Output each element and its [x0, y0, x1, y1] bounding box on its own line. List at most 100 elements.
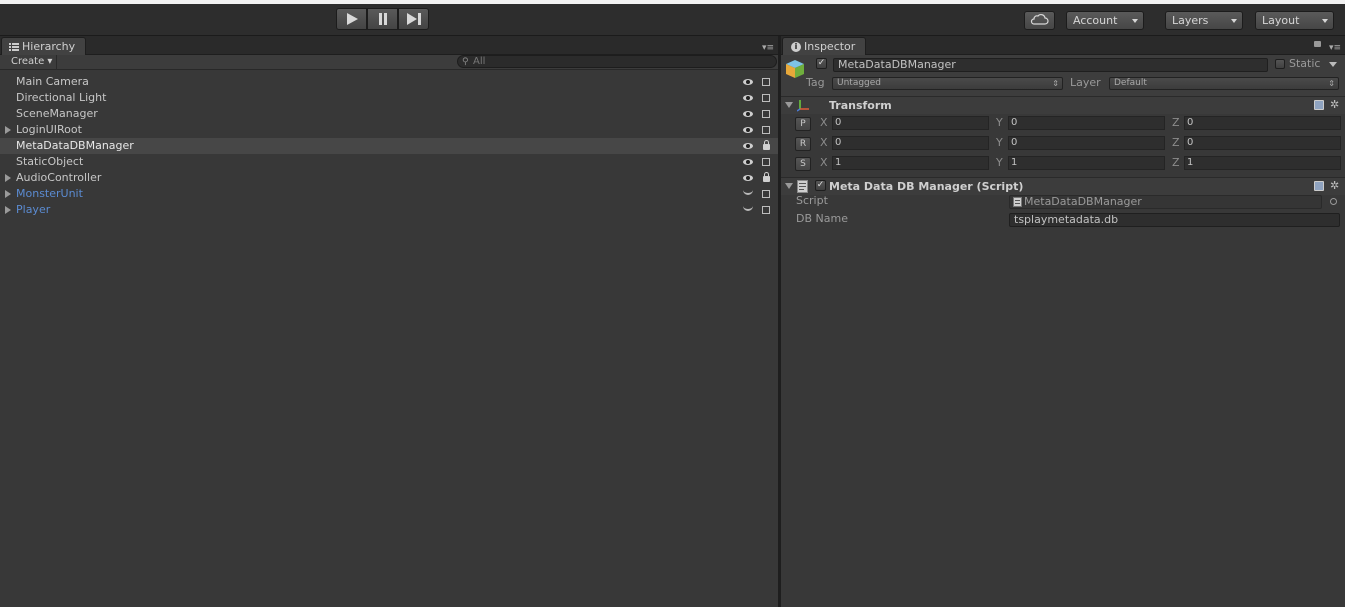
- static-checkbox[interactable]: [1275, 59, 1285, 69]
- pick-toggle-icon[interactable]: [762, 190, 770, 198]
- visibility-eye-icon[interactable]: [743, 143, 753, 149]
- static-dropdown-icon[interactable]: [1329, 62, 1337, 67]
- tab-inspector[interactable]: i Inspector: [782, 37, 867, 55]
- hierarchy-item[interactable]: LoginUIRoot: [0, 122, 778, 138]
- z-value-field[interactable]: 1: [1184, 156, 1341, 170]
- play-button[interactable]: [336, 8, 367, 30]
- hierarchy-item[interactable]: Directional Light: [0, 90, 778, 106]
- tag-dropdown[interactable]: Untagged ⇕: [832, 77, 1063, 90]
- tab-hierarchy[interactable]: Hierarchy: [1, 37, 87, 55]
- updown-icon: ⇕: [1328, 79, 1335, 88]
- x-value-field[interactable]: 0: [832, 136, 989, 150]
- pause-button[interactable]: [367, 8, 398, 30]
- pause-icon: [378, 13, 387, 25]
- hierarchy-item-label: MetaDataDBManager: [16, 139, 134, 152]
- gear-icon[interactable]: ✲: [1330, 180, 1341, 192]
- create-dropdown[interactable]: Create ▾: [3, 55, 58, 70]
- cloud-button[interactable]: [1024, 11, 1055, 30]
- expand-arrow-icon[interactable]: [5, 190, 11, 198]
- hierarchy-item-label: StaticObject: [16, 155, 84, 168]
- y-value-field[interactable]: 0: [1008, 116, 1165, 130]
- visibility-eye-icon[interactable]: [743, 111, 753, 117]
- hierarchy-item[interactable]: StaticObject: [0, 154, 778, 170]
- chevron-down-icon: [1132, 19, 1138, 23]
- visibility-eye-icon[interactable]: [743, 175, 753, 181]
- hierarchy-search-input[interactable]: ⚲ All: [457, 55, 777, 68]
- layer-dropdown[interactable]: Default ⇕: [1109, 77, 1339, 90]
- hierarchy-item[interactable]: SceneManager: [0, 106, 778, 122]
- visibility-eye-icon[interactable]: [743, 95, 753, 101]
- pick-toggle-icon[interactable]: [762, 206, 770, 214]
- panel-menu-icon[interactable]: ▾≡: [1329, 43, 1341, 53]
- panel-menu-icon[interactable]: ▾≡: [762, 43, 774, 53]
- x-value-field[interactable]: 0: [832, 116, 989, 130]
- chevron-down-icon: [1322, 19, 1328, 23]
- layers-label: Layers: [1172, 14, 1209, 27]
- axis-x-label: X: [820, 136, 828, 149]
- pick-toggle-icon[interactable]: [762, 78, 770, 86]
- expand-arrow-icon[interactable]: [5, 206, 11, 214]
- y-value-field[interactable]: 0: [1008, 136, 1165, 150]
- lock-icon[interactable]: [1314, 41, 1321, 47]
- visibility-eye-icon[interactable]: [743, 159, 753, 165]
- axis-z-label: Z: [1172, 156, 1180, 169]
- z-value-field[interactable]: 0: [1184, 116, 1341, 130]
- hierarchy-item[interactable]: Main Camera: [0, 74, 778, 90]
- object-picker-icon[interactable]: [1330, 198, 1337, 205]
- object-name-field[interactable]: MetaDataDBManager: [833, 58, 1268, 72]
- hierarchy-item[interactable]: MonsterUnit: [0, 186, 778, 202]
- z-value-field[interactable]: 0: [1184, 136, 1341, 150]
- account-label: Account: [1073, 14, 1118, 27]
- pick-toggle-icon[interactable]: [762, 94, 770, 102]
- hierarchy-item-label: SceneManager: [16, 107, 98, 120]
- updown-icon: ⇕: [1052, 79, 1059, 88]
- cloud-icon: [1030, 14, 1049, 25]
- pick-toggle-icon[interactable]: [762, 158, 770, 166]
- foldout-icon[interactable]: [785, 102, 793, 108]
- inspector-panel: i Inspector ▾≡ ✓ MetaDataDBManager Stati…: [781, 36, 1345, 607]
- axis-z-label: Z: [1172, 136, 1180, 149]
- expand-arrow-icon[interactable]: [5, 174, 11, 182]
- chevron-down-icon: [1231, 19, 1237, 23]
- axis-z-label: Z: [1172, 116, 1180, 129]
- transform-axis-icon: [797, 100, 809, 112]
- script-component-header[interactable]: ✓ Meta Data DB Manager (Script) ✲: [781, 177, 1345, 195]
- account-dropdown[interactable]: Account: [1066, 11, 1144, 30]
- transform-reset-button[interactable]: S: [795, 157, 811, 171]
- layers-dropdown[interactable]: Layers: [1165, 11, 1243, 30]
- pick-lock-icon[interactable]: [763, 172, 770, 182]
- help-book-icon[interactable]: [1314, 100, 1324, 110]
- x-value-field[interactable]: 1: [832, 156, 989, 170]
- visibility-eye-icon[interactable]: [743, 79, 753, 85]
- script-reference-field[interactable]: MetaDataDBManager: [1009, 195, 1322, 209]
- transform-reset-button[interactable]: P: [795, 117, 811, 131]
- transform-reset-button[interactable]: R: [795, 137, 811, 151]
- tab-inspector-label: Inspector: [804, 39, 856, 53]
- script-enabled-checkbox[interactable]: ✓: [815, 180, 826, 191]
- tag-value: Untagged: [837, 78, 882, 88]
- dbname-field[interactable]: tsplaymetadata.db: [1009, 213, 1340, 227]
- hierarchy-item[interactable]: Player: [0, 202, 778, 218]
- create-label: Create: [11, 56, 45, 67]
- step-icon: [406, 13, 421, 25]
- hierarchy-item-label: LoginUIRoot: [16, 123, 82, 136]
- gear-icon[interactable]: ✲: [1330, 99, 1341, 111]
- pick-toggle-icon[interactable]: [762, 126, 770, 134]
- search-placeholder: All: [473, 56, 486, 67]
- foldout-icon[interactable]: [785, 183, 793, 189]
- visibility-eye-icon[interactable]: [743, 127, 753, 133]
- step-button[interactable]: [398, 8, 429, 30]
- y-value-field[interactable]: 1: [1008, 156, 1165, 170]
- pick-toggle-icon[interactable]: [762, 110, 770, 118]
- pick-lock-icon[interactable]: [763, 140, 770, 150]
- transform-header[interactable]: Transform ✲: [781, 96, 1345, 114]
- layout-dropdown[interactable]: Layout: [1255, 11, 1334, 30]
- hidden-eye-icon[interactable]: [743, 190, 753, 195]
- expand-arrow-icon[interactable]: [5, 126, 11, 134]
- hierarchy-item[interactable]: MetaDataDBManager: [0, 138, 778, 154]
- transform-title: Transform: [829, 99, 892, 112]
- hidden-eye-icon[interactable]: [743, 206, 753, 211]
- help-book-icon[interactable]: [1314, 181, 1324, 191]
- active-checkbox[interactable]: ✓: [816, 58, 827, 69]
- hierarchy-item[interactable]: AudioController: [0, 170, 778, 186]
